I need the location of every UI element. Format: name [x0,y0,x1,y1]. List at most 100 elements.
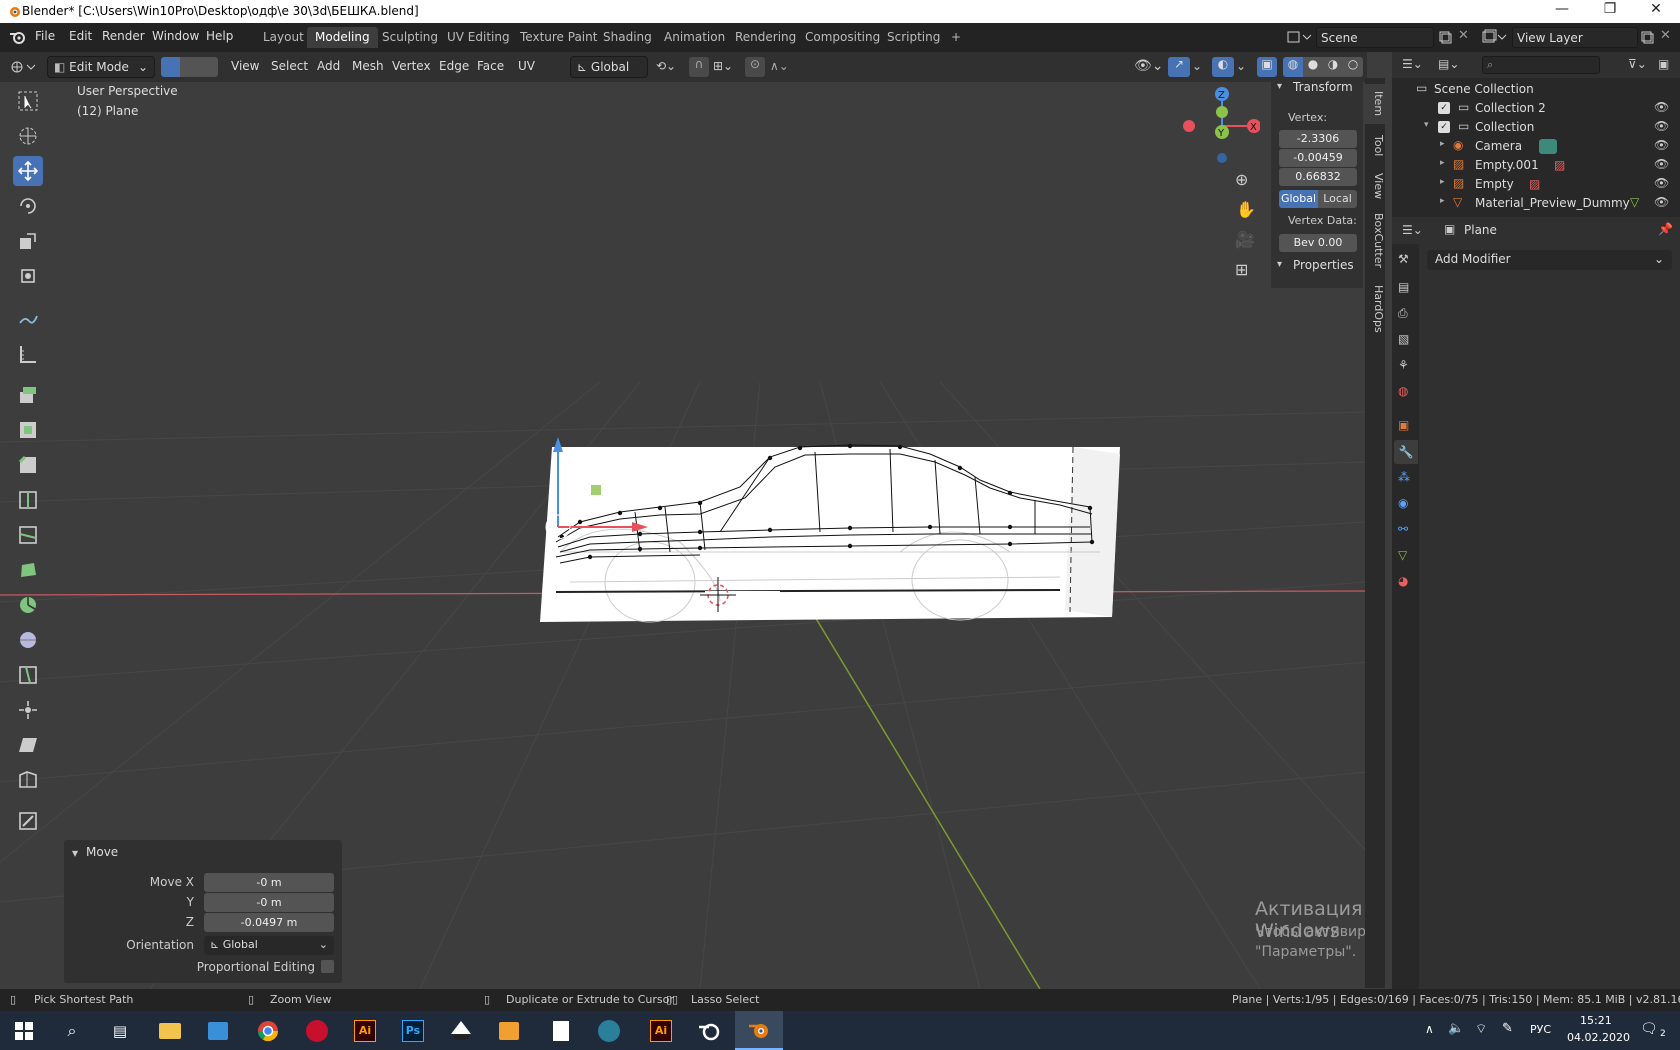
menu-select[interactable]: Select [265,57,314,77]
shear-tool[interactable] [13,730,43,760]
poly-build-tool[interactable] [13,555,43,585]
transform-tool[interactable] [13,261,43,291]
move-tool[interactable] [13,156,43,186]
physics-tab-icon[interactable]: ◉ [1398,496,1408,510]
operator-orientation-dropdown[interactable]: ⊾ Global ⌄ [204,936,334,955]
delete-scene-icon[interactable]: ✕ [1458,28,1469,43]
photoshop-icon[interactable]: Ps [389,1011,437,1050]
tool-settings-tab-icon[interactable]: ⚒ [1398,252,1409,266]
tab-compositing[interactable]: Compositing [797,27,888,48]
image-data-icon[interactable]: ▨ [1554,158,1565,172]
document-icon[interactable] [537,1011,585,1050]
wireframe-shading-icon[interactable]: ◍ [1283,57,1303,77]
particles-tab-icon[interactable]: ⁂ [1398,470,1410,484]
menu-view[interactable]: View [225,57,265,77]
knife-tool[interactable] [13,520,43,550]
edge-select-button[interactable] [180,57,199,77]
blender2-icon[interactable] [735,1011,783,1050]
volume-icon[interactable]: 🔈 [1448,1021,1464,1036]
navigation-gizmo[interactable]: Z X Y [1170,82,1260,167]
vertex-select-button[interactable] [161,57,180,77]
illustrator2-icon[interactable]: Ai [637,1011,685,1050]
minimize-button[interactable]: — [1542,1,1582,21]
spin-tool[interactable] [13,590,43,620]
new-scene-icon[interactable] [1438,30,1452,44]
mode-dropdown[interactable]: ◧ Edit Mode ⌄ [47,56,155,78]
boxcutter-tool[interactable] [13,806,43,836]
windows-start-icon[interactable] [0,1011,48,1050]
restore-button[interactable]: ❐ [1590,1,1630,21]
expand-arrow-icon[interactable]: ▸ [1440,177,1445,187]
menu-edit[interactable]: Edit [69,29,92,43]
checkbox-icon[interactable]: ✓ [1438,121,1450,133]
outliner-row[interactable]: ▸ ◉ Camera 👁 [1392,137,1680,156]
transform-title[interactable]: Transform [1293,80,1353,94]
mesh-data-tab-icon[interactable]: ▽ [1398,548,1407,562]
network-icon[interactable]: ⌔ [1475,1021,1487,1037]
camera-view-icon[interactable]: 🎥 [1235,230,1255,249]
move-y-field[interactable]: -0 m [204,893,334,912]
global-toggle[interactable]: Global [1279,190,1318,208]
delete-view-layer-icon[interactable]: ✕ [1660,28,1671,43]
material-shading-icon[interactable]: ◑ [1323,57,1343,77]
mesh-data-icon[interactable]: ▽ [1630,195,1639,209]
menu-add[interactable]: Add [311,57,346,77]
inkscape-icon[interactable] [437,1011,485,1050]
app2-icon[interactable] [585,1011,633,1050]
store-icon[interactable] [194,1011,242,1050]
modifier-tab-icon[interactable]: 🔧 [1394,440,1418,464]
menu-file[interactable]: File [35,29,55,43]
menu-edge[interactable]: Edge [433,57,475,77]
vertex-x-field[interactable]: -2.3306 [1279,130,1357,148]
image-data-icon[interactable]: ▨ [1529,177,1540,191]
tab-item[interactable]: Item [1365,84,1385,124]
new-view-layer-icon[interactable] [1640,30,1654,44]
scale-tool[interactable] [13,226,43,256]
tab-view[interactable]: View [1365,166,1385,206]
language-indicator[interactable]: РУС [1530,1023,1551,1036]
chrome-icon[interactable] [244,1011,292,1050]
tab-uv-editing[interactable]: UV Editing [439,27,518,48]
edge-slide-tool[interactable] [13,660,43,690]
local-toggle[interactable]: Local [1318,190,1357,208]
falloff-icon[interactable]: ∧⌄ [770,59,789,73]
checkbox-icon[interactable]: ✓ [1438,102,1450,114]
new-collection-icon[interactable]: ▣ [1658,57,1669,71]
zoom-icon[interactable]: ⊕ [1235,170,1248,189]
outliner-search-input[interactable]: ⌕ [1482,56,1600,74]
menu-vertex[interactable]: Vertex [386,57,437,77]
gizmo-dropdown-icon[interactable]: ⌄ [1192,59,1202,73]
add-modifier-dropdown[interactable]: Add Modifier ⌄ [1427,250,1672,270]
proportional-editing-checkbox[interactable] [321,960,334,973]
cursor-tool[interactable] [13,121,43,151]
move-z-field[interactable]: -0.0497 m [204,913,334,932]
loop-cut-tool[interactable] [13,485,43,515]
outliner-row[interactable]: ▾ ✓ ▭ Collection 👁 [1392,118,1680,137]
clock-time[interactable]: 15:21 [1580,1014,1612,1027]
rotate-tool[interactable] [13,191,43,221]
shrink-fatten-tool[interactable] [13,695,43,725]
blender-menu-icon[interactable] [9,29,27,45]
proportional-edit-icon[interactable]: ⊙ [745,57,765,77]
overlay-toggle-icon[interactable]: ◐ [1212,57,1234,77]
add-workspace-button[interactable]: + [943,27,969,48]
eye-icon[interactable]: 👁 [1654,176,1669,190]
app-icon[interactable] [293,1011,341,1050]
tab-sculpting[interactable]: Sculpting [374,27,446,48]
solid-shading-icon[interactable]: ● [1303,57,1323,77]
menu-render[interactable]: Render [102,29,145,43]
eye-icon[interactable]: 👁 [1654,119,1669,133]
tab-rendering[interactable]: Rendering [727,27,804,48]
inset-tool[interactable] [13,415,43,445]
constraints-tab-icon[interactable]: ⚯ [1398,522,1408,536]
task-view-icon[interactable]: ▤ [96,1011,144,1050]
gizmo-toggle-icon[interactable]: ↗ [1168,57,1190,77]
snap-target-icon[interactable]: ⊞⌄ [713,59,733,73]
tab-texture-paint[interactable]: Texture Paint [512,27,605,48]
orientation-dropdown[interactable]: ⊾ Global [570,56,648,78]
menu-window[interactable]: Window [152,29,199,43]
media-icon[interactable] [485,1011,533,1050]
camera-data-icon[interactable] [1539,139,1557,154]
measure-tool[interactable] [13,339,43,369]
scene-icon[interactable] [1287,29,1313,45]
